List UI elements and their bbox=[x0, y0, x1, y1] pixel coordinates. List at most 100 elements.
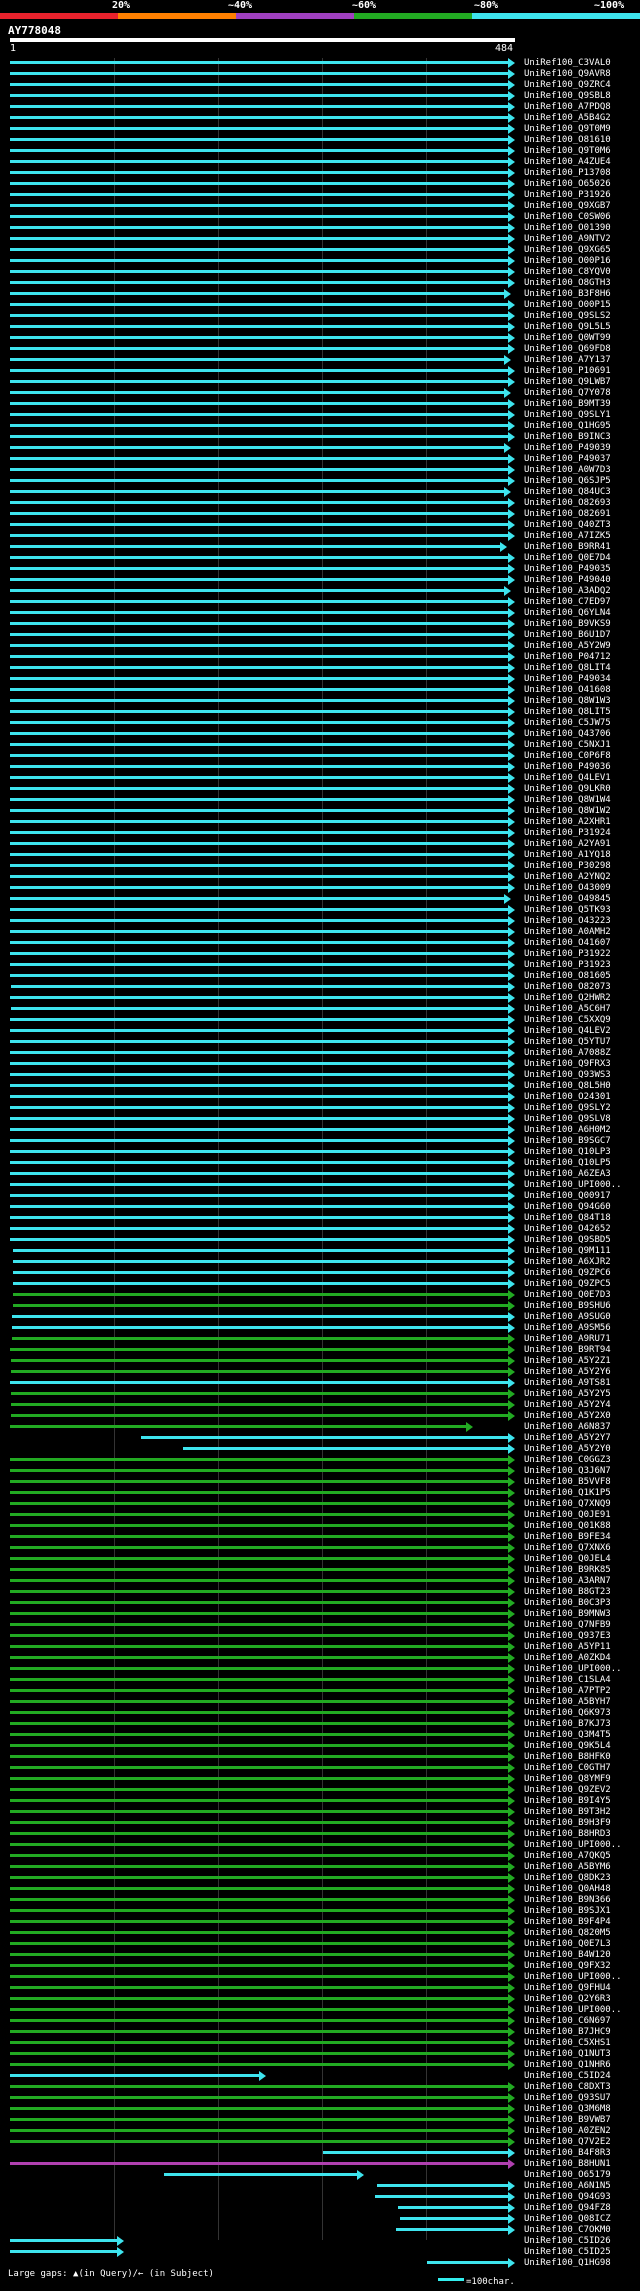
hit-label[interactable]: UniRef100_C3VAL0 bbox=[524, 58, 611, 69]
hit-label[interactable]: UniRef100_Q9ZPC6 bbox=[524, 1268, 611, 1279]
hit-bar[interactable] bbox=[10, 1095, 509, 1098]
alignment-row[interactable]: UniRef100_C0SW06 bbox=[0, 212, 640, 223]
alignment-row[interactable]: UniRef100_B9SGC7 bbox=[0, 1136, 640, 1147]
hit-bar[interactable] bbox=[10, 1183, 509, 1186]
hit-bar[interactable] bbox=[12, 1315, 509, 1318]
alignment-row[interactable]: UniRef100_Q8YMF9 bbox=[0, 1774, 640, 1785]
hit-label[interactable]: UniRef100_O00P16 bbox=[524, 256, 611, 267]
hit-bar[interactable] bbox=[10, 710, 509, 713]
alignment-row[interactable]: UniRef100_B9FE34 bbox=[0, 1532, 640, 1543]
hit-bar[interactable] bbox=[10, 886, 509, 889]
alignment-row[interactable]: UniRef100_B9VWB7 bbox=[0, 2115, 640, 2126]
hit-label[interactable]: UniRef100_Q1HG98 bbox=[524, 2258, 611, 2269]
hit-label[interactable]: UniRef100_A7IZK5 bbox=[524, 531, 611, 542]
alignment-row[interactable]: UniRef100_O43223 bbox=[0, 916, 640, 927]
hit-bar[interactable] bbox=[13, 1271, 509, 1274]
alignment-row[interactable]: UniRef100_O41608 bbox=[0, 685, 640, 696]
hit-bar[interactable] bbox=[10, 567, 509, 570]
hit-label[interactable]: UniRef100_Q01K88 bbox=[524, 1521, 611, 1532]
hit-bar[interactable] bbox=[10, 424, 509, 427]
hit-bar[interactable] bbox=[10, 1051, 509, 1054]
hit-label[interactable]: UniRef100_A4ZUE4 bbox=[524, 157, 611, 168]
hit-label[interactable]: UniRef100_B0C3P3 bbox=[524, 1598, 611, 1609]
hit-bar[interactable] bbox=[322, 2151, 509, 2154]
hit-bar[interactable] bbox=[10, 1755, 509, 1758]
hit-bar[interactable] bbox=[10, 831, 509, 834]
hit-label[interactable]: UniRef100_B7JHC9 bbox=[524, 2027, 611, 2038]
alignment-row[interactable]: UniRef100_Q0JEL4 bbox=[0, 1554, 640, 1565]
hit-label[interactable]: UniRef100_Q4LEV1 bbox=[524, 773, 611, 784]
alignment-row[interactable]: UniRef100_Q9T0M6 bbox=[0, 146, 640, 157]
alignment-row[interactable]: UniRef100_A0ZKD4 bbox=[0, 1653, 640, 1664]
hit-bar[interactable] bbox=[10, 1975, 509, 1978]
alignment-row[interactable]: UniRef100_Q93SU7 bbox=[0, 2093, 640, 2104]
hit-label[interactable]: UniRef100_O81605 bbox=[524, 971, 611, 982]
hit-bar[interactable] bbox=[10, 1799, 509, 1802]
hit-label[interactable]: UniRef100_C8DXT3 bbox=[524, 2082, 611, 2093]
alignment-row[interactable]: UniRef100_O81610 bbox=[0, 135, 640, 146]
hit-label[interactable]: UniRef100_Q9ZRC4 bbox=[524, 80, 611, 91]
hit-label[interactable]: UniRef100_A7PTP2 bbox=[524, 1686, 611, 1697]
hit-label[interactable]: UniRef100_A5Y2Y4 bbox=[524, 1400, 611, 1411]
hit-label[interactable]: UniRef100_B9F4P4 bbox=[524, 1917, 611, 1928]
hit-bar[interactable] bbox=[10, 2096, 509, 2099]
alignment-row[interactable]: UniRef100_Q6SJP5 bbox=[0, 476, 640, 487]
hit-label[interactable]: UniRef100_C5XXQ9 bbox=[524, 1015, 611, 1026]
hit-label[interactable]: UniRef100_A7PDQ8 bbox=[524, 102, 611, 113]
hit-label[interactable]: UniRef100_B8HUN1 bbox=[524, 2159, 611, 2170]
hit-label[interactable]: UniRef100_A7Y137 bbox=[524, 355, 611, 366]
alignment-row[interactable]: UniRef100_B0C3P3 bbox=[0, 1598, 640, 1609]
hit-bar[interactable] bbox=[10, 391, 505, 394]
hit-bar[interactable] bbox=[10, 215, 509, 218]
hit-bar[interactable] bbox=[10, 1491, 509, 1494]
hit-label[interactable]: UniRef100_Q94G93 bbox=[524, 2192, 611, 2203]
hit-bar[interactable] bbox=[10, 1865, 509, 1868]
hit-label[interactable]: UniRef100_Q7Y078 bbox=[524, 388, 611, 399]
alignment-row[interactable]: UniRef100_C5XXQ9 bbox=[0, 1015, 640, 1026]
hit-label[interactable]: UniRef100_Q9SLY1 bbox=[524, 410, 611, 421]
alignment-row[interactable]: UniRef100_B9RR41 bbox=[0, 542, 640, 553]
alignment-row[interactable]: UniRef100_Q0JE91 bbox=[0, 1510, 640, 1521]
hit-bar[interactable] bbox=[10, 1062, 509, 1065]
hit-label[interactable]: UniRef100_A6ZEA3 bbox=[524, 1169, 611, 1180]
hit-bar[interactable] bbox=[10, 1821, 509, 1824]
hit-label[interactable]: UniRef100_Q5TK93 bbox=[524, 905, 611, 916]
alignment-row[interactable]: UniRef100_Q5TK93 bbox=[0, 905, 640, 916]
alignment-row[interactable]: UniRef100_Q3M4T5 bbox=[0, 1730, 640, 1741]
hit-bar[interactable] bbox=[399, 2217, 509, 2220]
hit-label[interactable]: UniRef100_A7QKQ5 bbox=[524, 1851, 611, 1862]
hit-label[interactable]: UniRef100_B7KJ73 bbox=[524, 1719, 611, 1730]
hit-bar[interactable] bbox=[10, 1964, 509, 1967]
alignment-row[interactable]: UniRef100_O43009 bbox=[0, 883, 640, 894]
hit-label[interactable]: UniRef100_UPI000.. bbox=[524, 1664, 622, 1675]
hit-bar[interactable] bbox=[10, 611, 509, 614]
hit-bar[interactable] bbox=[10, 512, 509, 515]
alignment-row[interactable]: UniRef100_Q10LP3 bbox=[0, 1147, 640, 1158]
alignment-row[interactable]: UniRef100_A0AMH2 bbox=[0, 927, 640, 938]
hit-label[interactable]: UniRef100_Q8W1W3 bbox=[524, 696, 611, 707]
hit-bar[interactable] bbox=[10, 974, 509, 977]
alignment-row[interactable]: UniRef100_A9NTV2 bbox=[0, 234, 640, 245]
hit-bar[interactable] bbox=[10, 754, 509, 757]
hit-bar[interactable] bbox=[10, 501, 509, 504]
hit-bar[interactable] bbox=[11, 1359, 509, 1362]
alignment-row[interactable]: UniRef100_A9TS81 bbox=[0, 1378, 640, 1389]
alignment-row[interactable]: UniRef100_Q1NUT3 bbox=[0, 2049, 640, 2060]
hit-bar[interactable] bbox=[10, 1744, 509, 1747]
hit-bar[interactable] bbox=[11, 1392, 509, 1395]
hit-bar[interactable] bbox=[10, 1172, 509, 1175]
hit-bar[interactable] bbox=[10, 1513, 509, 1516]
alignment-row[interactable]: UniRef100_A5BYH7 bbox=[0, 1697, 640, 1708]
hit-label[interactable]: UniRef100_P31922 bbox=[524, 949, 611, 960]
alignment-row[interactable]: UniRef100_A0W7D3 bbox=[0, 465, 640, 476]
hit-label[interactable]: UniRef100_C7OKM0 bbox=[524, 2225, 611, 2236]
alignment-row[interactable]: UniRef100_C8DXT3 bbox=[0, 2082, 640, 2093]
hit-label[interactable]: UniRef100_B9I4Y5 bbox=[524, 1796, 611, 1807]
hit-bar[interactable] bbox=[10, 1942, 509, 1945]
hit-bar[interactable] bbox=[10, 1689, 509, 1692]
hit-label[interactable]: UniRef100_C0P6F8 bbox=[524, 751, 611, 762]
hit-bar[interactable] bbox=[10, 1348, 509, 1351]
alignment-row[interactable]: UniRef100_Q7V2E2 bbox=[0, 2137, 640, 2148]
alignment-row[interactable]: UniRef100_A9SM56 bbox=[0, 1323, 640, 1334]
alignment-row[interactable]: UniRef100_B3F8H6 bbox=[0, 289, 640, 300]
